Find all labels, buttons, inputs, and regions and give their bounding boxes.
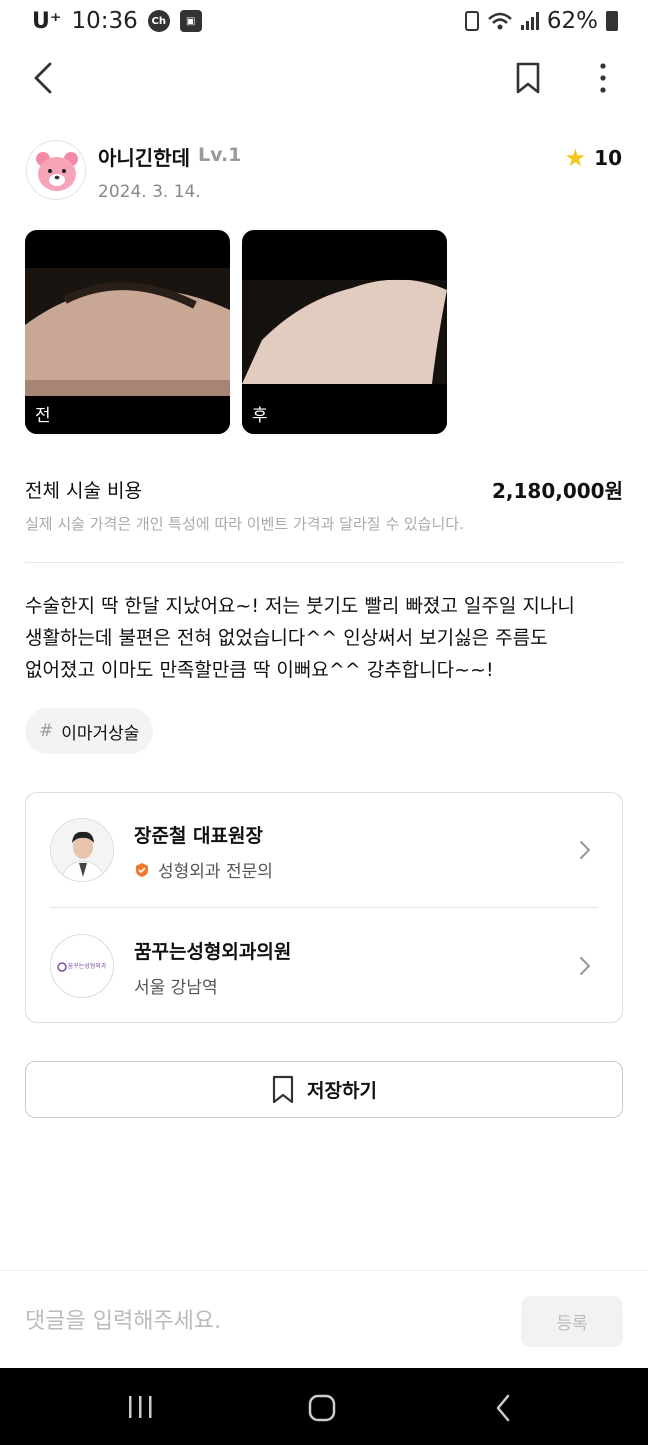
price-row: 전체 시술 비용 2,180,000원: [25, 476, 623, 503]
home-icon: [308, 1394, 336, 1422]
card-divider: [50, 907, 598, 908]
signal-icon: [520, 12, 539, 30]
comment-input[interactable]: [25, 1301, 495, 1341]
author-level: Lv.1: [198, 144, 242, 166]
more-vertical-icon: [600, 63, 606, 93]
chat-notification-icon: Ch: [147, 10, 170, 32]
after-photo[interactable]: 후: [242, 230, 447, 434]
review-author: 아니긴한데 Lv.1 2024. 3. 14. ★ 10: [26, 140, 624, 204]
before-label: 전: [35, 406, 51, 426]
verified-badge-icon: [136, 862, 148, 877]
review-rating: ★ 10: [565, 144, 622, 172]
save-button-label: 저장하기: [307, 1080, 377, 1102]
hash-icon: #: [39, 721, 54, 741]
price-value: 2,180,000원: [491, 479, 623, 503]
before-photo-image: [25, 268, 230, 434]
doctor-avatar: [50, 818, 114, 882]
clinic-logo: 꿈꾸는성형외과: [50, 934, 114, 998]
save-button[interactable]: 저장하기: [25, 1061, 623, 1118]
recent-apps-icon: [129, 1396, 152, 1418]
chevron-left-icon: [34, 62, 52, 94]
chevron-right-icon: [580, 957, 591, 975]
wifi-icon: [487, 11, 513, 31]
recent-apps-button[interactable]: [110, 1388, 170, 1428]
review-date: 2024. 3. 14.: [98, 182, 201, 202]
clinic-name: 꿈꾸는성형외과의원: [134, 941, 292, 963]
home-button[interactable]: [292, 1388, 352, 1428]
submit-comment-button[interactable]: 등록: [521, 1296, 623, 1347]
after-photo-image: [242, 279, 447, 434]
clinic-row[interactable]: 꿈꾸는성형외과 꿈꾸는성형외과의원 서울 강남역: [26, 909, 622, 1024]
author-name[interactable]: 아니긴한데: [98, 142, 190, 171]
price-label: 전체 시술 비용: [25, 480, 142, 502]
star-icon: ★: [564, 144, 587, 172]
image-notification-icon: ▣: [179, 10, 202, 32]
back-button[interactable]: [26, 56, 66, 100]
status-time: 10:36: [71, 8, 138, 34]
system-nav-bar: [0, 1368, 648, 1445]
before-photo[interactable]: 전: [25, 230, 230, 434]
back-arrow-icon: [496, 1394, 510, 1422]
review-line: 수술한지 딱 한달 지났어요~! 저는 붓기도 빨리 빠졌고 일주일 지나니: [25, 595, 575, 617]
carrier-label: U⁺: [32, 8, 62, 34]
doctor-specialty: 성형외과 전문의: [158, 862, 273, 882]
doctor-name: 장준철 대표원장: [134, 825, 263, 847]
bookmark-icon: [272, 1075, 294, 1103]
doctor-clinic-card: 장준철 대표원장 성형외과 전문의 꿈꾸는성형외과 꿈꾸는성형외과의원 서울 강…: [25, 792, 623, 1023]
bear-avatar-icon: [36, 152, 78, 191]
price-note: 실제 시술 가격은 개인 특성에 따라 이벤트 가격과 달라질 수 있습니다.: [25, 515, 464, 533]
tag-label: 이마거상술: [61, 723, 140, 744]
after-label: 후: [252, 406, 268, 426]
author-avatar[interactable]: [26, 140, 86, 200]
doctor-photo-icon: [51, 819, 113, 881]
review-text: 수술한지 딱 한달 지났어요~! 저는 붓기도 빨리 빠졌고 일주일 지나니 생…: [25, 590, 625, 686]
system-back-button[interactable]: [474, 1388, 534, 1428]
top-nav: [0, 50, 648, 106]
rating-value: 10: [594, 146, 622, 170]
chevron-right-icon: [580, 841, 591, 859]
review-line: 없어졌고 이마도 만족할만큼 딱 이뻐요^^ 강추합니다~~!: [25, 659, 494, 681]
procedure-tag[interactable]: # 이마거상술: [25, 708, 154, 754]
comment-bar: 등록: [0, 1270, 648, 1368]
clinic-logo-text: 꿈꾸는성형외과: [67, 963, 107, 970]
more-button[interactable]: [588, 58, 618, 98]
doctor-row[interactable]: 장준철 대표원장 성형외과 전문의: [26, 793, 622, 908]
section-divider: [25, 562, 623, 563]
review-line: 생활하는데 불편은 전혀 없었습니다^^ 인상써서 보기싫은 주름도: [25, 627, 548, 649]
status-bar: U⁺ 10:36 Ch ▣ 62%: [0, 0, 648, 44]
battery-percent: 62%: [546, 8, 598, 34]
bookmark-icon: [516, 62, 540, 94]
battery-icon: [606, 11, 618, 31]
bookmark-button[interactable]: [510, 58, 546, 98]
clinic-location: 서울 강남역: [134, 978, 218, 998]
nfc-icon: [464, 11, 479, 31]
